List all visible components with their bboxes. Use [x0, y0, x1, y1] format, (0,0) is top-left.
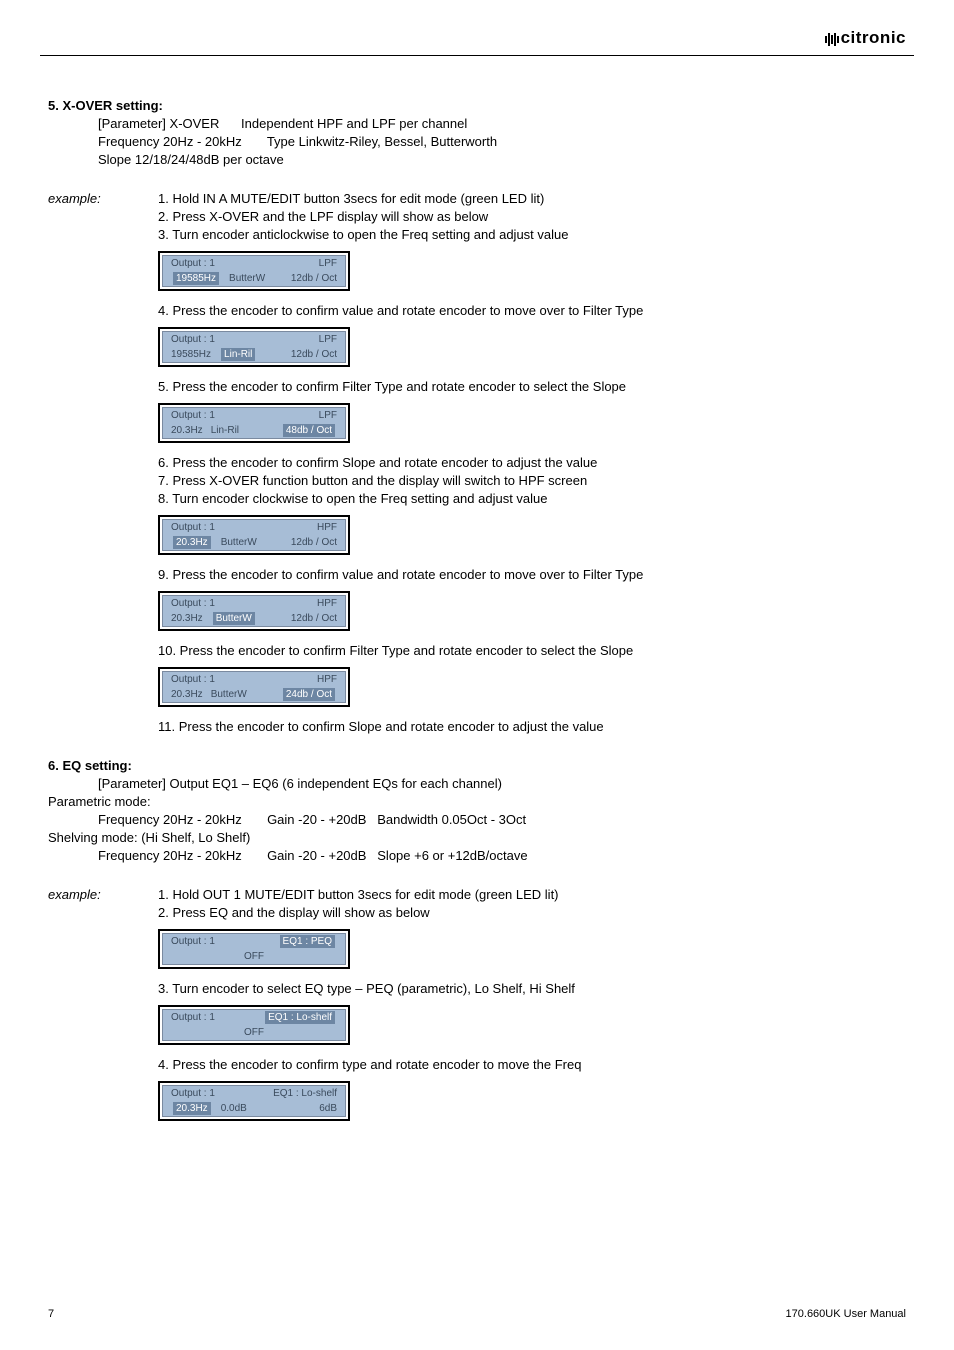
s5-step6: 6. Press the encoder to confirm Slope an… — [158, 455, 906, 470]
lcd6-r2a: 20.3Hz — [163, 687, 208, 702]
section5-param: [Parameter] X-OVER Independent HPF and L… — [98, 116, 906, 131]
lcd2-r2b: Lin-Ril — [221, 348, 255, 361]
section5-freq1: Frequency 20Hz - 20kHz Type Linkwitz-Ril… — [98, 134, 906, 149]
lcd4-r2b: ButterW — [218, 535, 260, 550]
section5-freq2: Slope 12/18/24/48dB per octave — [98, 152, 906, 167]
example-label: example: — [48, 191, 138, 206]
lcd5-r1l: Output : 1 — [163, 596, 220, 611]
s6-step2: 2. Press EQ and the display will show as… — [158, 905, 906, 920]
lcd1-r2a: 19585Hz — [173, 272, 219, 285]
lcd6-r1r: HPF — [220, 672, 345, 687]
lcd8-r2b: OFF — [163, 1025, 345, 1040]
lcd4-r1r: HPF — [220, 520, 345, 535]
lcd3-r2b: Lin-Ril — [208, 423, 242, 438]
section6-param: [Parameter] Output EQ1 – EQ6 (6 independ… — [98, 776, 906, 791]
section6-example: example: 1. Hold OUT 1 MUTE/EDIT button … — [48, 887, 906, 1130]
lcd9-r2c: 6dB — [250, 1101, 345, 1116]
brand-logo: citronic — [825, 28, 906, 49]
lcd-display-1: Output : 1LPF 19585Hz ButterW12db / Oct — [158, 251, 350, 291]
example-label-6: example: — [48, 887, 138, 902]
lcd2-r2c: 12db / Oct — [260, 347, 345, 362]
lcd-display-3: Output : 1LPF 20.3HzLin-Ril 48db / Oct — [158, 403, 350, 443]
lcd9-r1r: EQ1 : Lo-shelf — [220, 1086, 345, 1101]
section6-mode1-line: Frequency 20Hz - 20kHz Gain -20 - +20dB … — [98, 812, 906, 827]
lcd2-r1l: Output : 1 — [163, 332, 220, 347]
lcd1-r1r: LPF — [220, 256, 345, 271]
section6-mode2-line: Frequency 20Hz - 20kHz Gain -20 - +20dB … — [98, 848, 906, 863]
s5-step4: 4. Press the encoder to confirm value an… — [158, 303, 906, 318]
lcd6-r2c: 24db / Oct — [283, 688, 335, 701]
section6-mode1: Parametric mode: — [48, 794, 906, 809]
lcd-display-9: Output : 1EQ1 : Lo-shelf 20.3Hz 0.0dB6dB — [158, 1081, 350, 1121]
lcd5-r2c: 12db / Oct — [260, 611, 345, 626]
lcd5-r1r: HPF — [220, 596, 345, 611]
lcd7-r1r: EQ1 : PEQ — [280, 935, 335, 948]
s6-step3: 3. Turn encoder to select EQ type – PEQ … — [158, 981, 906, 996]
lcd8-r1r: EQ1 : Lo-shelf — [265, 1011, 335, 1024]
lcd9-r2a: 20.3Hz — [173, 1102, 211, 1115]
s5-step10: 10. Press the encoder to confirm Filter … — [158, 643, 906, 658]
lcd7-r2b: OFF — [163, 949, 345, 964]
lcd2-r1r: LPF — [220, 332, 345, 347]
page-footer: 7 170.660UK User Manual — [48, 1308, 906, 1320]
lcd3-r1l: Output : 1 — [163, 408, 220, 423]
lcd6-r1l: Output : 1 — [163, 672, 220, 687]
s5-step5: 5. Press the encoder to confirm Filter T… — [158, 379, 906, 394]
s5-step11: 11. Press the encoder to confirm Slope a… — [158, 719, 906, 734]
lcd-display-2: Output : 1LPF 19585Hz Lin-Ril 12db / Oct — [158, 327, 350, 367]
page-number: 7 — [48, 1308, 54, 1320]
section5-heading: 5. X-OVER setting: — [48, 98, 906, 113]
s5-step9: 9. Press the encoder to confirm value an… — [158, 567, 906, 582]
s6-step1: 1. Hold OUT 1 MUTE/EDIT button 3secs for… — [158, 887, 906, 902]
lcd4-r2c: 12db / Oct — [260, 535, 345, 550]
s5-step3: 3. Turn encoder anticlockwise to open th… — [158, 227, 906, 242]
section6-heading: 6. EQ setting: — [48, 758, 906, 773]
lcd5-r2b: ButterW — [213, 612, 255, 625]
lcd4-r1l: Output : 1 — [163, 520, 220, 535]
lcd1-r2b: ButterW — [226, 271, 268, 286]
s5-step1: 1. Hold IN A MUTE/EDIT button 3secs for … — [158, 191, 906, 206]
lcd5-r2a: 20.3Hz — [163, 611, 208, 626]
lcd8-r1l: Output : 1 — [163, 1010, 220, 1025]
lcd3-r1r: LPF — [220, 408, 345, 423]
s5-step7: 7. Press X-OVER function button and the … — [158, 473, 906, 488]
lcd3-r2c: 48db / Oct — [283, 424, 335, 437]
lcd-display-6: Output : 1HPF 20.3HzButterW 24db / Oct — [158, 667, 350, 707]
lcd1-r1l: Output : 1 — [163, 256, 220, 271]
brand-text: citronic — [841, 28, 906, 47]
lcd3-r2a: 20.3Hz — [163, 423, 208, 438]
lcd-display-5: Output : 1HPF 20.3Hz ButterW 12db / Oct — [158, 591, 350, 631]
brand-bars-icon — [825, 29, 840, 49]
page-content: 5. X-OVER setting: [Parameter] X-OVER In… — [48, 95, 906, 1130]
lcd-display-8: Output : 1 EQ1 : Lo-shelf OFF — [158, 1005, 350, 1045]
lcd2-r2a: 19585Hz — [163, 347, 216, 362]
lcd6-r2b: ButterW — [208, 687, 250, 702]
lcd-display-7: Output : 1 EQ1 : PEQ OFF — [158, 929, 350, 969]
s6-step4: 4. Press the encoder to confirm type and… — [158, 1057, 906, 1072]
lcd-display-4: Output : 1HPF 20.3Hz ButterW12db / Oct — [158, 515, 350, 555]
lcd9-r1l: Output : 1 — [163, 1086, 220, 1101]
lcd9-r2b: 0.0dB — [218, 1101, 250, 1116]
section6-mode2: Shelving mode: (Hi Shelf, Lo Shelf) — [48, 830, 906, 845]
section5-example: example: 1. Hold IN A MUTE/EDIT button 3… — [48, 191, 906, 734]
lcd4-r2a: 20.3Hz — [173, 536, 211, 549]
s5-step2: 2. Press X-OVER and the LPF display will… — [158, 209, 906, 224]
s5-step8: 8. Turn encoder clockwise to open the Fr… — [158, 491, 906, 506]
header-rule — [40, 55, 914, 56]
lcd1-r2c: 12db / Oct — [268, 271, 345, 286]
lcd7-r1l: Output : 1 — [163, 934, 220, 949]
manual-title: 170.660UK User Manual — [786, 1308, 906, 1320]
